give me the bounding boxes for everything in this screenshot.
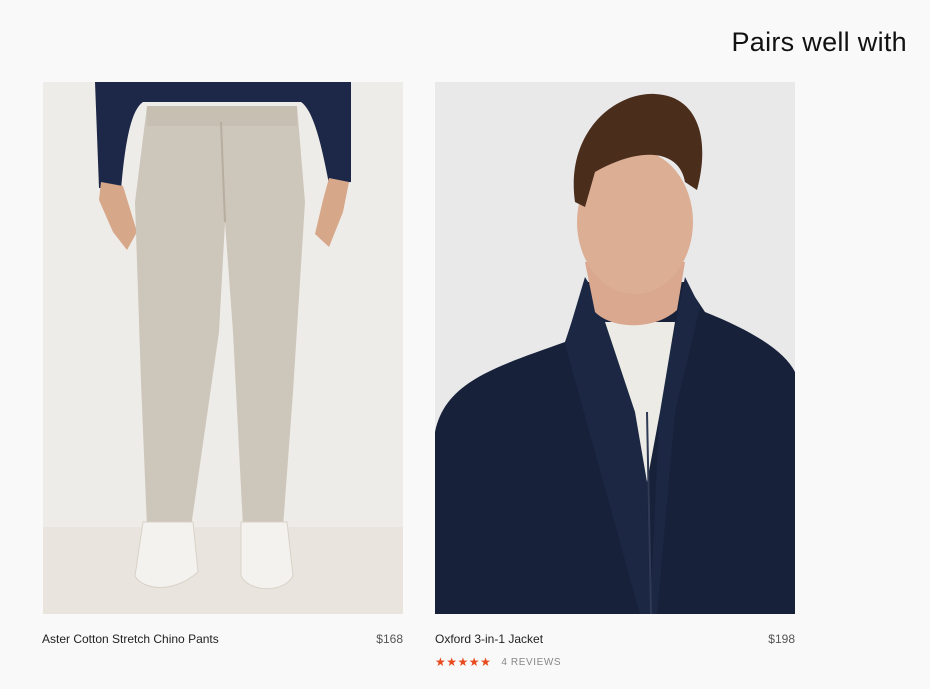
star-icon: ★ — [446, 655, 458, 669]
product-name-link[interactable]: Oxford 3-in-1 Jacket — [435, 632, 543, 646]
product-image-oxford-jacket[interactable] — [435, 82, 795, 614]
star-icon: ★ — [435, 655, 446, 669]
star-icon: ★ — [468, 655, 480, 669]
star-icon: ★ — [457, 655, 469, 669]
star-rating: ★ ★ ★ ★ ★ — [435, 656, 491, 668]
product-card-chino-pants[interactable]: Aster Cotton Stretch Chino Pants $168 — [42, 82, 403, 654]
product-price: $198 — [768, 632, 795, 646]
product-price: $168 — [376, 632, 403, 646]
star-icon: ★ — [480, 655, 491, 669]
product-card-oxford-jacket[interactable]: Oxford 3-in-1 Jacket $198 ★ ★ ★ ★ ★ 4 RE… — [435, 82, 795, 668]
product-image-chino-pants[interactable] — [43, 82, 403, 614]
product-name-link[interactable]: Aster Cotton Stretch Chino Pants — [42, 632, 219, 646]
product-rating[interactable]: ★ ★ ★ ★ ★ 4 REVIEWS — [435, 656, 561, 668]
reviews-count[interactable]: 4 REVIEWS — [501, 657, 561, 668]
section-title: Pairs well with — [731, 27, 907, 57]
